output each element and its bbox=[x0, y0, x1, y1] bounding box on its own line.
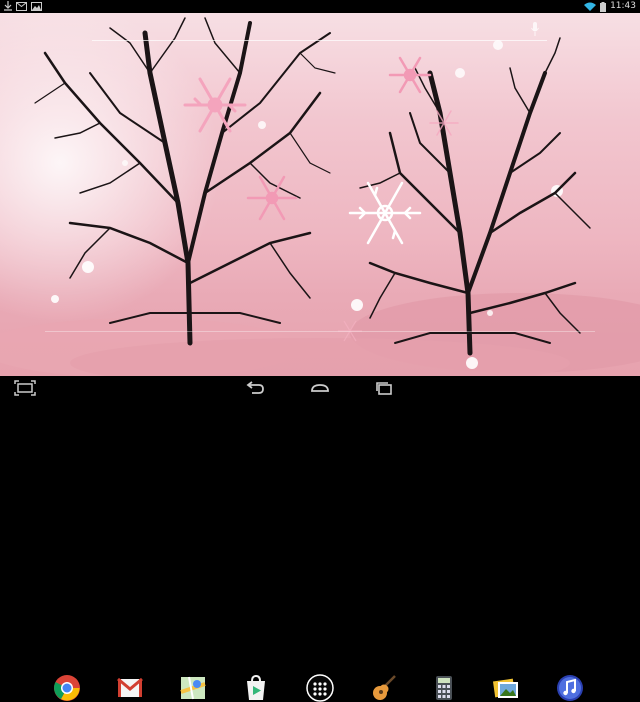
image-notification-icon bbox=[31, 1, 42, 11]
status-time: 11:43 bbox=[610, 1, 636, 11]
battery-icon bbox=[600, 1, 607, 12]
google-search-bar[interactable] bbox=[92, 20, 547, 41]
gallery-icon[interactable] bbox=[492, 674, 520, 702]
guitar-icon[interactable] bbox=[370, 674, 398, 702]
back-icon[interactable] bbox=[244, 380, 266, 396]
dock-divider bbox=[45, 331, 595, 332]
calculator-icon[interactable] bbox=[430, 674, 458, 702]
download-icon bbox=[4, 1, 12, 11]
microphone-icon[interactable] bbox=[531, 22, 539, 36]
gmail-notification-icon bbox=[16, 1, 27, 11]
chrome-icon[interactable] bbox=[53, 674, 81, 702]
play-store-icon[interactable] bbox=[242, 674, 270, 702]
screenshot-icon[interactable] bbox=[14, 380, 36, 396]
gmail-icon[interactable] bbox=[116, 674, 144, 702]
navigation-bar bbox=[0, 376, 640, 400]
snowflake-white bbox=[348, 181, 422, 245]
recent-apps-icon[interactable] bbox=[373, 380, 395, 396]
home-icon[interactable] bbox=[309, 380, 331, 396]
live-wallpaper[interactable] bbox=[0, 13, 640, 376]
left-tree bbox=[34, 17, 336, 346]
status-bar: 11:43 bbox=[0, 0, 640, 13]
dock bbox=[0, 333, 640, 702]
wifi-icon bbox=[584, 2, 597, 11]
all-apps-icon[interactable] bbox=[306, 674, 334, 702]
music-icon[interactable] bbox=[556, 674, 584, 702]
maps-icon[interactable] bbox=[179, 674, 207, 702]
